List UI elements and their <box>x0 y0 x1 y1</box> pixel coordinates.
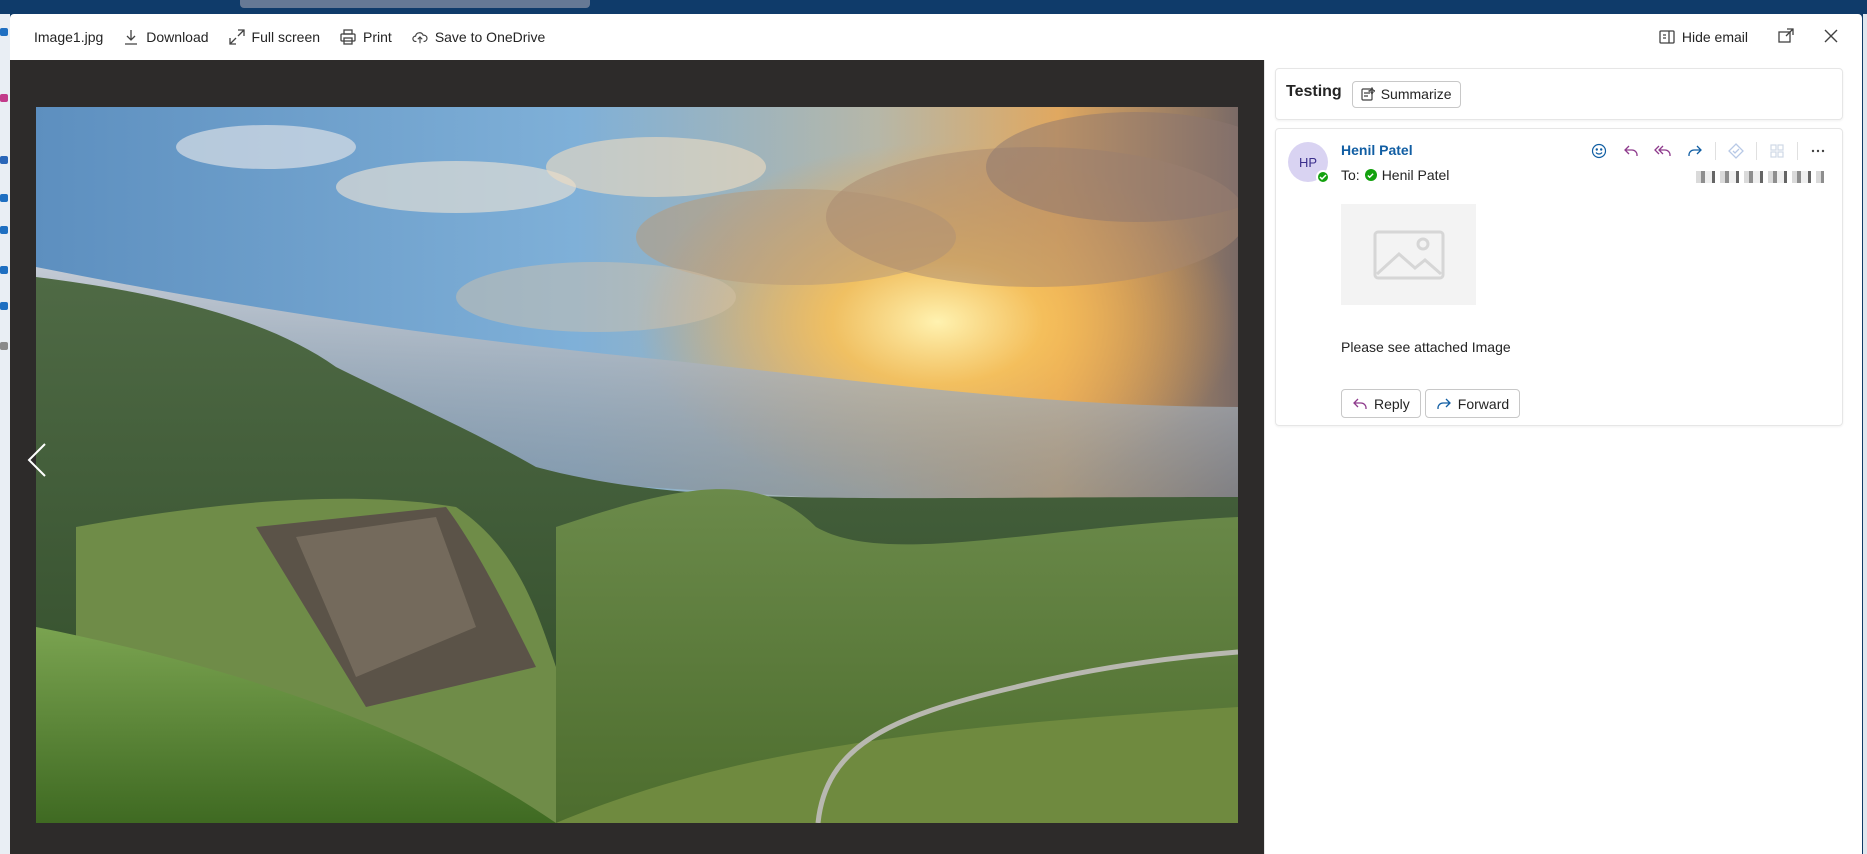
sender-name[interactable]: Henil Patel <box>1341 142 1413 158</box>
mail-icon[interactable] <box>0 28 8 36</box>
recipient-presence-icon <box>1364 169 1377 181</box>
recipients-line: To: Henil Patel <box>1341 167 1449 183</box>
landscape-photo <box>36 107 1238 823</box>
app-left-rail <box>0 14 10 854</box>
attachment-preview-dialog: Image1.jpg Download Full screen Print Sa… <box>10 14 1862 854</box>
close-icon[interactable] <box>1824 29 1838 46</box>
copilot-icon[interactable] <box>1724 139 1748 163</box>
onedrive-icon[interactable] <box>0 302 8 310</box>
subject-card: Testing Summarize <box>1275 68 1843 120</box>
more-apps-icon[interactable] <box>0 342 8 350</box>
download-label: Download <box>146 29 209 45</box>
printer-icon <box>340 29 356 45</box>
reply-all-icon[interactable] <box>1651 139 1675 163</box>
todo-icon[interactable] <box>0 266 8 274</box>
hide-email-label: Hide email <box>1681 29 1748 45</box>
forward-button[interactable]: Forward <box>1424 389 1521 418</box>
summarize-icon <box>1361 87 1375 101</box>
attachment-thumbnail[interactable] <box>1341 204 1476 305</box>
presence-available-icon <box>1316 170 1330 184</box>
recipient-name[interactable]: Henil Patel <box>1382 167 1450 183</box>
more-options-icon[interactable] <box>1806 139 1830 163</box>
email-subject: Testing <box>1286 83 1342 100</box>
reply-icon[interactable] <box>1619 139 1643 163</box>
files-icon[interactable] <box>0 226 8 234</box>
message-body: Please see attached Image <box>1341 339 1511 355</box>
download-icon <box>123 29 139 45</box>
email-pane: Testing Summarize HP Henil Patel To: Hen… <box>1264 60 1862 854</box>
search-box-edge[interactable] <box>240 0 590 8</box>
to-prefix: To: <box>1341 167 1360 183</box>
people-icon[interactable] <box>0 156 8 164</box>
save-onedrive-label: Save to OneDrive <box>434 29 546 45</box>
image-viewer <box>10 60 1264 854</box>
fullscreen-button[interactable]: Full screen <box>228 29 321 45</box>
divider <box>1797 142 1798 160</box>
reply-button[interactable]: Reply <box>1341 389 1421 418</box>
message-card: HP Henil Patel To: Henil Patel Please se… <box>1275 128 1843 426</box>
apps-icon[interactable] <box>0 94 8 102</box>
cloud-upload-icon <box>412 29 428 45</box>
chevron-left-icon <box>27 443 46 477</box>
download-button[interactable]: Download <box>123 29 209 45</box>
apps-grid-icon[interactable] <box>1765 139 1789 163</box>
hide-email-button[interactable]: Hide email <box>1659 29 1748 45</box>
summarize-button[interactable]: Summarize <box>1351 80 1461 108</box>
print-label: Print <box>363 29 392 45</box>
message-actions <box>1587 139 1830 163</box>
app-top-bar <box>0 0 1867 14</box>
panel-icon <box>1659 29 1675 45</box>
file-name-label: Image1.jpg <box>34 29 104 45</box>
edit-icon[interactable] <box>0 194 8 202</box>
reply-arrow-icon <box>1353 398 1367 409</box>
redacted-timestamp <box>1696 171 1824 183</box>
save-to-onedrive-button[interactable]: Save to OneDrive <box>412 29 546 45</box>
divider <box>1756 142 1757 160</box>
forward-icon[interactable] <box>1683 139 1707 163</box>
reply-actions: Reply Forward <box>1341 389 1521 418</box>
attached-image <box>36 107 1238 823</box>
react-emoji-icon[interactable] <box>1587 139 1611 163</box>
previous-image-button[interactable] <box>22 440 52 480</box>
forward-arrow-icon <box>1437 398 1451 409</box>
summarize-label: Summarize <box>1380 86 1452 102</box>
print-button[interactable]: Print <box>340 29 392 45</box>
reply-label: Reply <box>1374 395 1410 412</box>
fullscreen-label: Full screen <box>251 29 321 45</box>
image-placeholder-icon <box>1373 230 1444 279</box>
popout-icon[interactable] <box>1778 27 1794 47</box>
app-right-edge <box>1863 14 1867 854</box>
file-name: Image1.jpg <box>34 29 103 45</box>
forward-label: Forward <box>1457 395 1510 412</box>
expand-icon <box>228 29 245 45</box>
divider <box>1715 142 1716 160</box>
preview-toolbar: Image1.jpg Download Full screen Print Sa… <box>10 14 1862 60</box>
